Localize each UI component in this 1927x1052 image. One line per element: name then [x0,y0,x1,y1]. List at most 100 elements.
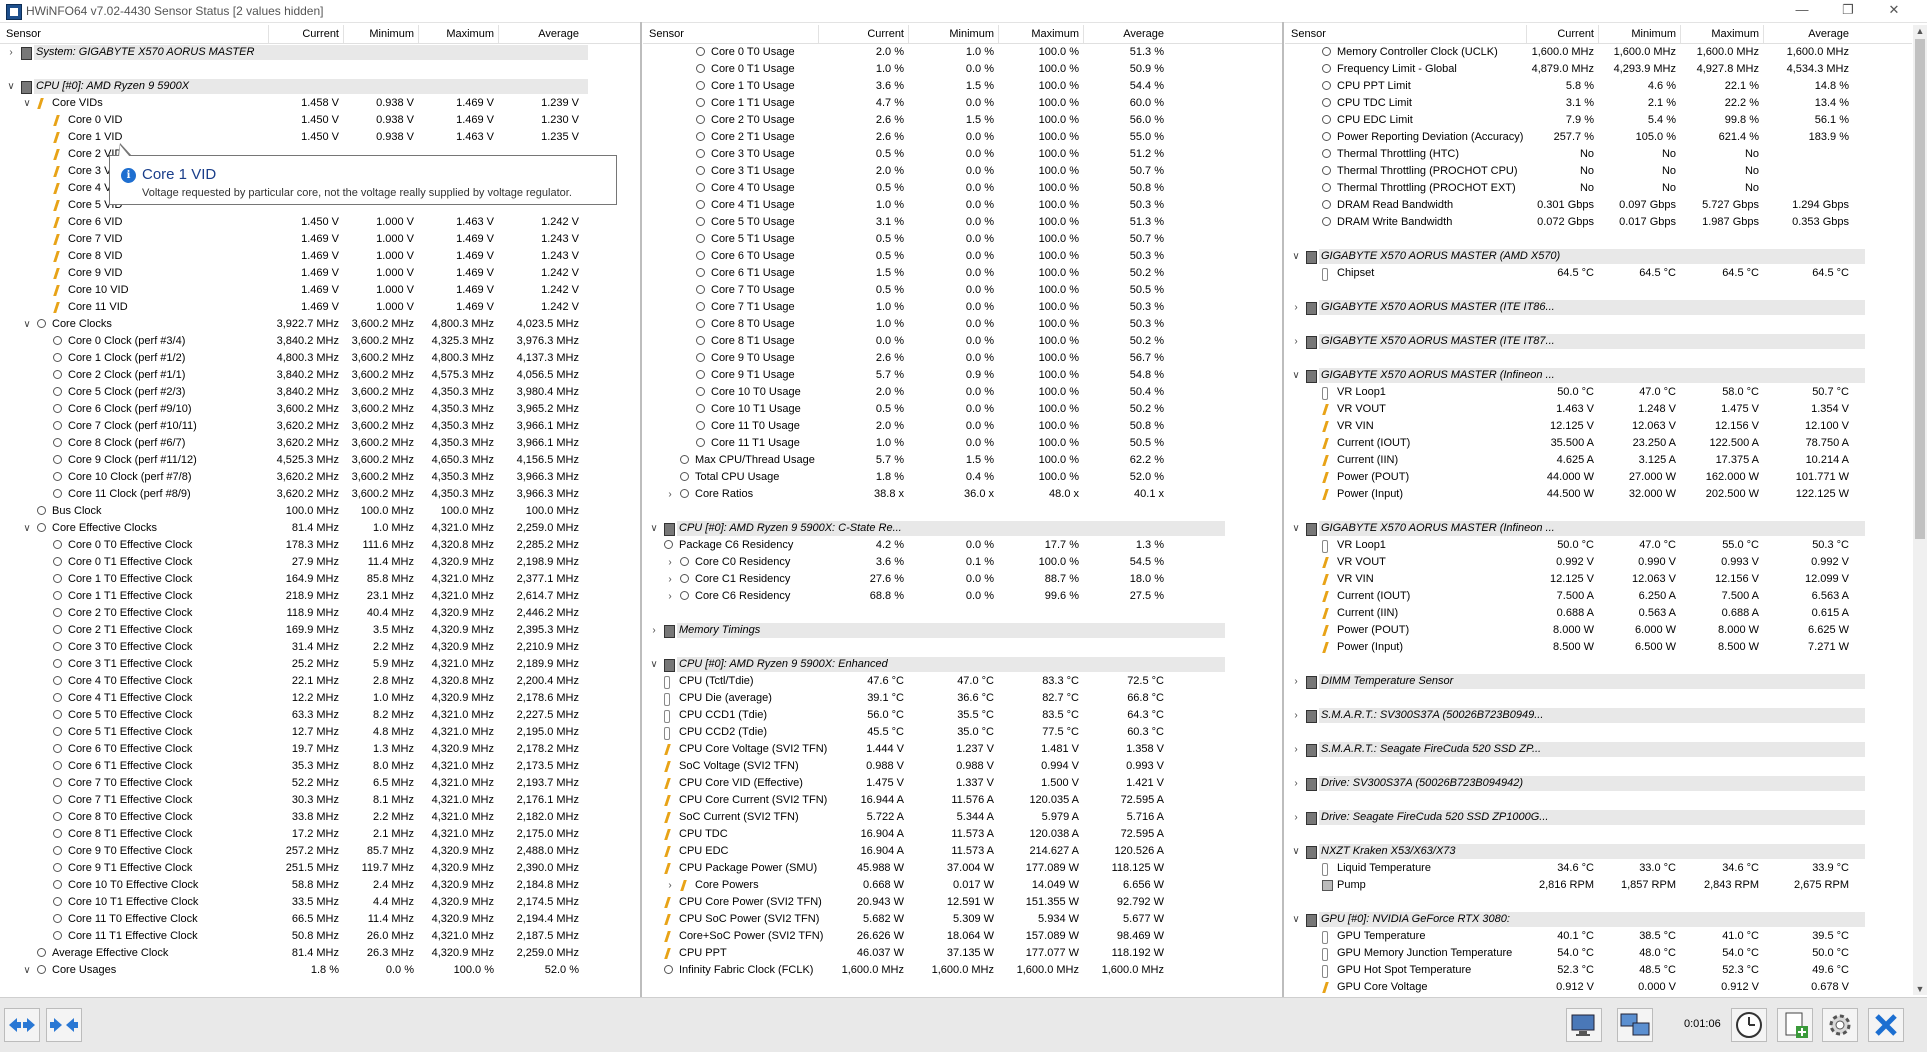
sensor-row[interactable]: Core 4 T1 Effective Clock 12.2 MHz 1.0 MHz… [0,690,640,707]
sensor-row[interactable]: Core 11 Clock (perf #8/9) 3,620.2 MHz 3,60… [0,486,640,503]
sensor-row[interactable]: Core 1 T0 Usage 3.6 % 1.5 % 100.0 % 54.4 % [643,78,1282,95]
sensor-panel-2[interactable]: Sensor Current Minimum Maximum Average Core 0… [643,25,1282,995]
expand-chevron-icon[interactable]: › [649,622,659,639]
sensor-row[interactable]: Core 0 T1 Effective Clock 27.9 MHz 11.4 MH… [0,554,640,571]
sensor-row[interactable]: Core 6 VID 1.450 V 1.000 V 1.463 V 1.242 V [0,214,640,231]
sensor-row[interactable]: VR Loop1 50.0 °C 47.0 °C 58.0 °C 50.7 °C [1285,384,1912,401]
sensor-row[interactable]: Infinity Fabric Clock (FCLK) 1,600.0 MHz 1… [643,962,1282,979]
column-average-header[interactable]: Average [1085,28,1164,40]
column-sensor-header[interactable]: Sensor [1291,28,1326,40]
sensor-row[interactable]: Core 5 T1 Usage 0.5 % 0.0 % 100.0 % 50.7 % [643,231,1282,248]
sensor-row[interactable]: CPU CCD1 (Tdie) 56.0 °C 35.5 °C 83.5 °C 64.3… [643,707,1282,724]
sensor-row[interactable]: Core 8 T0 Effective Clock 33.8 MHz 2.2 MHz… [0,809,640,826]
sensor-row[interactable]: CPU CCD2 (Tdie) 45.5 °C 35.0 °C 77.5 °C 60.3… [643,724,1282,741]
sensor-row[interactable]: Total CPU Usage 1.8 % 0.4 % 100.0 % 52.0 % [643,469,1282,486]
sensor-group-row[interactable]: › GIGABYTE X570 AORUS MASTER (ITE IT87... [1285,333,1912,350]
expand-chevron-icon[interactable]: › [1291,775,1301,792]
collapse-chevron-icon[interactable]: ∨ [22,316,32,333]
sensor-group-row[interactable]: ∨ GIGABYTE X570 AORUS MASTER (AMD X570) [1285,248,1912,265]
sensor-row[interactable]: Core 0 T0 Effective Clock 178.3 MHz 111.6 … [0,537,640,554]
column-separator[interactable] [818,25,819,43]
collapse-chevron-icon[interactable]: ∨ [649,656,659,673]
sensor-row[interactable]: Core 1 Clock (perf #1/2) 4,800.3 MHz 3,600… [0,350,640,367]
column-separator[interactable] [908,25,909,43]
sensor-row[interactable]: › Core C6 Residency 68.8 % 0.0 % 99.6 % 27.5 … [643,588,1282,605]
sensor-row[interactable]: VR VOUT 1.463 V 1.248 V 1.475 V 1.354 V [1285,401,1912,418]
sensor-row[interactable]: Core 7 T1 Effective Clock 30.3 MHz 8.1 MHz… [0,792,640,809]
column-minimum-header[interactable]: Minimum [910,28,994,40]
network-report-button[interactable] [1566,1008,1602,1042]
sensor-row[interactable]: Core+SoC Power (SVI2 TFN) 26.626 W 18.064 … [643,928,1282,945]
sensor-row[interactable]: Chipset 64.5 °C 64.5 °C 64.5 °C 64.5 °C [1285,265,1912,282]
sensor-row[interactable]: Core 10 T0 Effective Clock 58.8 MHz 2.4 MH… [0,877,640,894]
collapse-right-button[interactable] [46,1008,82,1042]
sensor-row[interactable]: Thermal Throttling (HTC) No No No [1285,146,1912,163]
collapse-chevron-icon[interactable]: ∨ [1291,520,1301,537]
expand-chevron-icon[interactable]: › [1291,707,1301,724]
collapse-chevron-icon[interactable]: ∨ [649,520,659,537]
sensor-row[interactable]: Core 8 T0 Usage 1.0 % 0.0 % 100.0 % 50.3 % [643,316,1282,333]
column-separator[interactable] [998,25,999,43]
column-average-header[interactable]: Average [1765,28,1849,40]
expand-chevron-icon[interactable]: › [665,554,675,571]
sensor-row[interactable]: SoC Current (SVI2 TFN) 5.722 A 5.344 A 5.97… [643,809,1282,826]
sensor-row[interactable]: Core 9 T1 Effective Clock 251.5 MHz 119.7 … [0,860,640,877]
sensor-group-row[interactable]: › S.M.A.R.T.: SV300S37A (50026B723B0949..… [1285,707,1912,724]
sensor-row[interactable]: DRAM Write Bandwidth 0.072 Gbps 0.017 Gbps… [1285,214,1912,231]
sensor-panel-3[interactable]: Sensor Current Minimum Maximum Average Memory… [1285,25,1912,995]
scroll-up-arrow-icon[interactable]: ▲ [1913,25,1927,37]
sensor-row[interactable]: Pump 2,816 RPM 1,857 RPM 2,843 RPM 2,675 RPM [1285,877,1912,894]
column-sensor-header[interactable]: Sensor [6,28,41,40]
sensor-row[interactable]: Core 3 T1 Effective Clock 25.2 MHz 5.9 MHz… [0,656,640,673]
scroll-down-arrow-icon[interactable]: ▼ [1913,983,1927,995]
expand-chevron-icon[interactable]: › [1291,809,1301,826]
sensor-row[interactable]: VR Loop1 50.0 °C 47.0 °C 55.0 °C 50.3 °C [1285,537,1912,554]
expand-chevron-icon[interactable]: › [1291,333,1301,350]
collapse-chevron-icon[interactable]: ∨ [1291,843,1301,860]
sensor-row[interactable]: Core 11 T0 Effective Clock 66.5 MHz 11.4 M… [0,911,640,928]
expand-chevron-icon[interactable]: › [6,44,16,61]
sensor-row[interactable]: SoC Voltage (SVI2 TFN) 0.988 V 0.988 V 0.99… [643,758,1282,775]
sensor-row[interactable]: Core 5 T0 Usage 3.1 % 0.0 % 100.0 % 51.3 % [643,214,1282,231]
sensor-row[interactable]: Core 7 T1 Usage 1.0 % 0.0 % 100.0 % 50.3 % [643,299,1282,316]
logging-button[interactable] [1777,1008,1813,1042]
collapse-chevron-icon[interactable]: ∨ [1291,248,1301,265]
column-separator[interactable] [1763,25,1764,43]
sensor-row[interactable]: ∨ Core Effective Clocks 81.4 MHz 1.0 MHz 4,3… [0,520,640,537]
collapse-chevron-icon[interactable]: ∨ [1291,367,1301,384]
expand-chevron-icon[interactable]: › [1291,673,1301,690]
sensor-row[interactable]: Core 7 VID 1.469 V 1.000 V 1.469 V 1.243 V [0,231,640,248]
panel-divider[interactable] [640,22,642,997]
column-separator[interactable] [1598,25,1599,43]
sensor-row[interactable]: Core 6 T1 Effective Clock 35.3 MHz 8.0 MHz… [0,758,640,775]
sensor-row[interactable]: ∨ Core VIDs 1.458 V 0.938 V 1.469 V 1.239 V [0,95,640,112]
sensor-row[interactable]: Core 9 T0 Effective Clock 257.2 MHz 85.7 M… [0,843,640,860]
sensor-row[interactable]: Core 1 T1 Usage 4.7 % 0.0 % 100.0 % 60.0 % [643,95,1282,112]
sensor-group-row[interactable]: › Memory Timings [643,622,1282,639]
restore-button[interactable]: ❐ [1825,0,1871,22]
sensor-row[interactable]: CPU EDC 16.904 A 11.573 A 214.627 A 120.526 … [643,843,1282,860]
sensor-row[interactable]: Core 3 T0 Effective Clock 31.4 MHz 2.2 MHz… [0,639,640,656]
sensor-row[interactable]: Liquid Temperature 34.6 °C 33.0 °C 34.6 °C 3… [1285,860,1912,877]
sensor-row[interactable]: CPU PPT Limit 5.8 % 4.6 % 22.1 % 14.8 % [1285,78,1912,95]
sensor-row[interactable]: Core 0 T0 Usage 2.0 % 1.0 % 100.0 % 51.3 % [643,44,1282,61]
sensor-row[interactable]: Core 8 T1 Usage 0.0 % 0.0 % 100.0 % 50.2 % [643,333,1282,350]
sensor-row[interactable]: GPU Temperature 40.1 °C 38.5 °C 41.0 °C 39.5… [1285,928,1912,945]
sensor-row[interactable]: Core 10 VID 1.469 V 1.000 V 1.469 V 1.242 V [0,282,640,299]
column-separator[interactable] [498,25,499,43]
column-separator[interactable] [1526,25,1527,43]
sensor-row[interactable]: Core 11 T1 Usage 1.0 % 0.0 % 100.0 % 50.5 % [643,435,1282,452]
column-sensor-header[interactable]: Sensor [649,28,684,40]
sensor-group-row[interactable]: › Drive: SV300S37A (50026B723B094942) [1285,775,1912,792]
sensor-row[interactable]: Power (POUT) 8.000 W 6.000 W 8.000 W 6.625 W [1285,622,1912,639]
sensor-row[interactable]: Core 3 T0 Usage 0.5 % 0.0 % 100.0 % 51.2 % [643,146,1282,163]
sensor-row[interactable]: Core 0 T1 Usage 1.0 % 0.0 % 100.0 % 50.9 % [643,61,1282,78]
sensor-row[interactable]: Power (POUT) 44.000 W 27.000 W 162.000 W 101… [1285,469,1912,486]
collapse-chevron-icon[interactable]: ∨ [1291,911,1301,928]
sensor-group-row[interactable]: ∨ GPU [#0]: NVIDIA GeForce RTX 3080: [1285,911,1912,928]
minimize-button[interactable]: — [1779,0,1825,22]
sensor-row[interactable]: Current (IIN) 4.625 A 3.125 A 17.375 A 10.21… [1285,452,1912,469]
column-separator[interactable] [1680,25,1681,43]
sensor-row[interactable]: CPU Core Voltage (SVI2 TFN) 1.444 V 1.237 … [643,741,1282,758]
sensor-row[interactable]: Core 2 T0 Usage 2.6 % 1.5 % 100.0 % 56.0 % [643,112,1282,129]
